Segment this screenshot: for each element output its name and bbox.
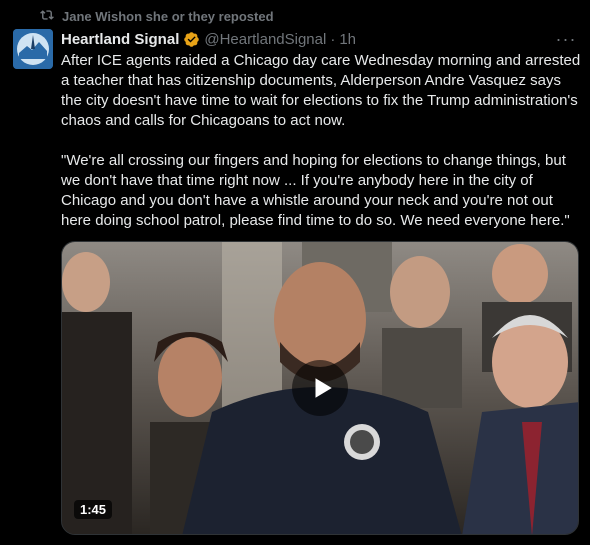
repost-icon bbox=[40, 8, 54, 25]
repost-indicator[interactable]: Jane Wishon she or they reposted bbox=[40, 7, 274, 25]
author-name[interactable]: Heartland Signal bbox=[61, 31, 179, 48]
separator-dot: · bbox=[330, 30, 336, 48]
video-player[interactable]: 1:45 bbox=[61, 241, 579, 535]
tweet-body: After ICE agents raided a Chicago day ca… bbox=[61, 51, 583, 231]
verified-badge-icon[interactable] bbox=[183, 31, 200, 48]
repost-text: Jane Wishon she or they reposted bbox=[62, 8, 274, 24]
more-options-icon[interactable]: ··· bbox=[556, 29, 576, 49]
tweet-timestamp[interactable]: 1h bbox=[339, 31, 356, 48]
heartland-signal-logo bbox=[13, 29, 53, 69]
tweet-header: Heartland Signal @HeartlandSignal · 1h bbox=[61, 29, 356, 49]
author-avatar[interactable] bbox=[13, 29, 53, 69]
play-button[interactable] bbox=[292, 360, 348, 416]
tweet-paragraph-1: After ICE agents raided a Chicago day ca… bbox=[61, 52, 585, 129]
play-icon bbox=[315, 378, 332, 398]
tweet-paragraph-2: "We're all crossing our fingers and hopi… bbox=[61, 152, 571, 229]
author-handle[interactable]: @HeartlandSignal bbox=[204, 31, 326, 48]
video-duration: 1:45 bbox=[74, 500, 113, 519]
